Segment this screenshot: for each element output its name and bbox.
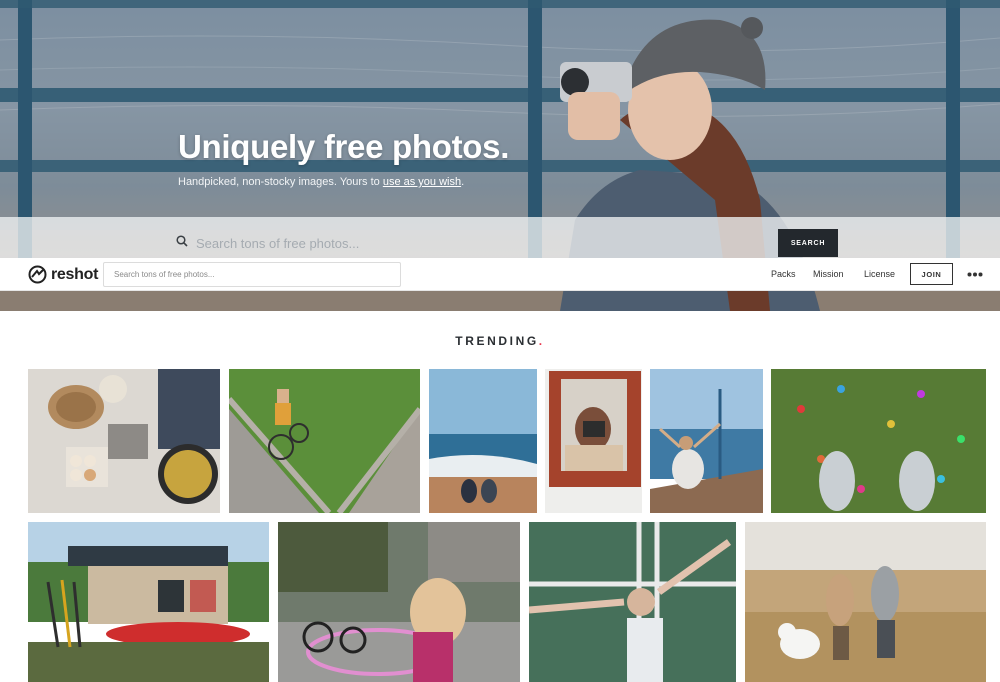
trending-heading: TRENDING.	[0, 334, 1000, 348]
photo-bread-eggs-skillet[interactable]	[28, 369, 220, 513]
photo-image	[650, 369, 763, 513]
photo-image	[28, 522, 269, 682]
reshot-logo[interactable]: reshot	[28, 265, 98, 284]
photo-hula-hoop-street[interactable]	[278, 522, 520, 682]
photo-woman-lying-court[interactable]	[529, 522, 736, 682]
photo-child-bike-grass[interactable]	[229, 369, 420, 513]
trending-accent-dot: .	[538, 334, 545, 348]
use-as-you-wish-link[interactable]: use as you wish	[383, 176, 461, 188]
nav-link-packs[interactable]: Packs	[771, 269, 796, 279]
photo-beach-couple[interactable]	[429, 369, 537, 513]
hero-title: Uniquely free photos.	[178, 128, 510, 165]
photo-mirror-camera[interactable]	[545, 369, 642, 513]
photo-image	[229, 369, 420, 513]
trending-heading-text: TRENDING	[455, 334, 539, 348]
navbar-search-input[interactable]: Search tons of free photos...	[103, 262, 401, 287]
photo-feet-confetti-grass[interactable]	[771, 369, 986, 513]
logo-text: reshot	[51, 265, 99, 283]
photo-image	[429, 369, 537, 513]
photo-image	[545, 369, 642, 513]
join-button[interactable]: JOIN	[910, 263, 953, 285]
search-icon	[176, 235, 188, 247]
photo-couple-dog-field[interactable]	[745, 522, 986, 682]
photo-image	[278, 522, 520, 682]
nav-link-license[interactable]: License	[864, 269, 895, 279]
hero-subtitle-text: Handpicked, non-stocky images. Yours to	[178, 176, 383, 188]
more-dots-icon[interactable]	[967, 272, 983, 277]
photo-image	[529, 522, 736, 682]
hero-search-button[interactable]: SEARCH	[778, 229, 838, 257]
top-navbar: reshot Search tons of free photos... Pac…	[0, 258, 1000, 291]
hero-search-input[interactable]: Search tons of free photos...	[0, 217, 1000, 258]
hero-subtitle: Handpicked, non-stocky images. Yours to …	[178, 176, 464, 188]
photo-image	[28, 369, 220, 513]
reshot-logo-icon	[28, 265, 47, 284]
nav-link-mission[interactable]: Mission	[813, 269, 844, 279]
hero-subtitle-end: .	[461, 176, 465, 188]
photo-image	[745, 522, 986, 682]
photo-kayak-shop[interactable]	[28, 522, 269, 682]
hero-search-placeholder: Search tons of free photos...	[196, 236, 360, 251]
photo-woman-boat-sea[interactable]	[650, 369, 763, 513]
photo-image	[771, 369, 986, 513]
